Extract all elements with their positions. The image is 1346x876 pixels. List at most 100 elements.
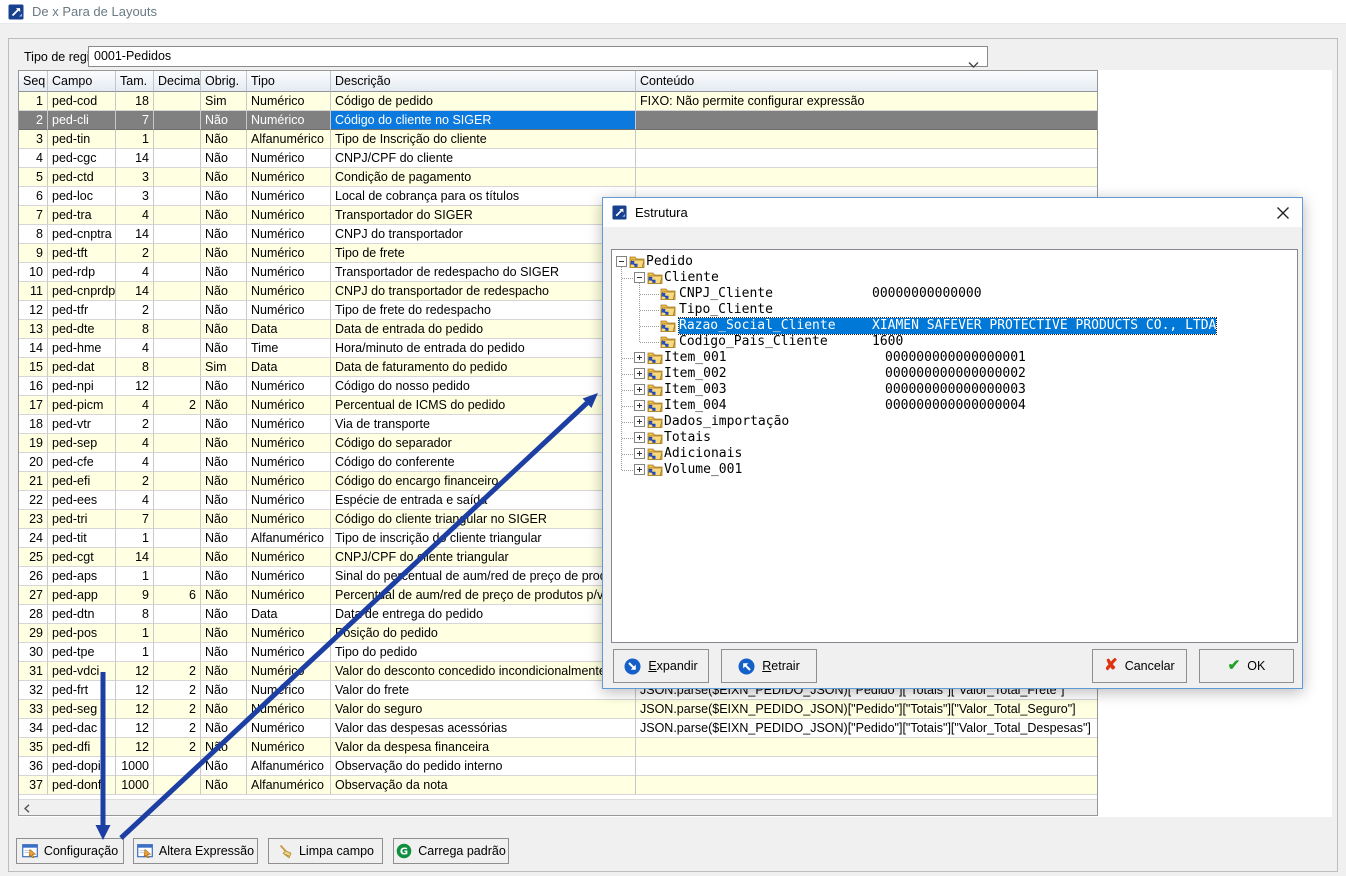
table-cell-obrig[interactable]: Não bbox=[201, 244, 247, 263]
expand-box-icon[interactable] bbox=[634, 352, 645, 363]
table-row[interactable]: 3ped-tin1NãoAlfanuméricoTipo de Inscriçã… bbox=[19, 130, 1097, 149]
table-cell-campo[interactable]: ped-vdci bbox=[48, 662, 116, 681]
table-cell-tam[interactable]: 8 bbox=[116, 358, 154, 377]
table-cell-desc[interactable]: Data de entrada do pedido bbox=[331, 320, 636, 339]
altera-expressao-button[interactable]: Altera Expressão bbox=[133, 838, 258, 864]
table-cell-tam[interactable]: 3 bbox=[116, 187, 154, 206]
table-cell-tam[interactable]: 12 bbox=[116, 738, 154, 757]
table-cell-dec[interactable] bbox=[154, 757, 201, 776]
table-cell-desc[interactable]: Tipo do pedido bbox=[331, 643, 636, 662]
table-cell-dec[interactable] bbox=[154, 282, 201, 301]
table-cell-desc[interactable]: Observação da nota bbox=[331, 776, 636, 795]
table-cell-seq[interactable]: 17 bbox=[19, 396, 48, 415]
table-cell-desc[interactable]: Código do nosso pedido bbox=[331, 377, 636, 396]
table-cell-tipo[interactable]: Numérico bbox=[247, 624, 331, 643]
table-cell-dec[interactable] bbox=[154, 491, 201, 510]
table-cell-seq[interactable]: 35 bbox=[19, 738, 48, 757]
table-cell-tipo[interactable]: Numérico bbox=[247, 510, 331, 529]
table-cell-obrig[interactable]: Não bbox=[201, 320, 247, 339]
table-cell-tam[interactable]: 4 bbox=[116, 453, 154, 472]
table-cell-tipo[interactable]: Numérico bbox=[247, 662, 331, 681]
table-cell-desc[interactable]: Tipo de frete bbox=[331, 244, 636, 263]
tree-item-label[interactable]: Volume_001 bbox=[664, 462, 742, 478]
table-cell-tipo[interactable]: Alfanumérico bbox=[247, 529, 331, 548]
table-cell-seq[interactable]: 27 bbox=[19, 586, 48, 605]
table-cell-tam[interactable]: 1 bbox=[116, 643, 154, 662]
table-cell-seq[interactable]: 31 bbox=[19, 662, 48, 681]
table-cell-campo[interactable]: ped-cfe bbox=[48, 453, 116, 472]
close-icon[interactable] bbox=[1276, 206, 1290, 220]
table-cell-tam[interactable]: 12 bbox=[116, 377, 154, 396]
table-cell-tam[interactable]: 3 bbox=[116, 168, 154, 187]
table-row[interactable]: 2ped-cli7NãoNuméricoCódigo do cliente no… bbox=[19, 111, 1097, 130]
table-cell-obrig[interactable]: Não bbox=[201, 643, 247, 662]
table-cell-dec[interactable] bbox=[154, 472, 201, 491]
table-cell-tam[interactable]: 2 bbox=[116, 415, 154, 434]
table-cell-obrig[interactable]: Não bbox=[201, 263, 247, 282]
table-cell-desc[interactable]: Local de cobrança para os títulos bbox=[331, 187, 636, 206]
table-cell-campo[interactable]: ped-dopi bbox=[48, 757, 116, 776]
table-cell-desc[interactable]: Código do encargo financeiro bbox=[331, 472, 636, 491]
table-cell-tam[interactable]: 8 bbox=[116, 320, 154, 339]
table-cell-desc[interactable]: Posição do pedido bbox=[331, 624, 636, 643]
column-header[interactable]: Obrig. bbox=[201, 71, 247, 92]
table-cell-cont[interactable] bbox=[636, 111, 1097, 130]
table-cell-desc[interactable]: Transportador de redespacho do SIGER bbox=[331, 263, 636, 282]
table-cell-tam[interactable]: 1000 bbox=[116, 757, 154, 776]
table-cell-desc[interactable]: Código do conferente bbox=[331, 453, 636, 472]
tree-item-label[interactable]: Item_002000000000000000002 bbox=[664, 366, 1026, 382]
table-cell-obrig[interactable]: Não bbox=[201, 415, 247, 434]
table-cell-obrig[interactable]: Não bbox=[201, 301, 247, 320]
limpa-campo-button[interactable]: Limpa campo bbox=[268, 838, 383, 864]
table-cell-tam[interactable]: 7 bbox=[116, 111, 154, 130]
table-cell-seq[interactable]: 1 bbox=[19, 92, 48, 111]
table-cell-seq[interactable]: 2 bbox=[19, 111, 48, 130]
table-cell-obrig[interactable]: Não bbox=[201, 149, 247, 168]
table-cell-seq[interactable]: 29 bbox=[19, 624, 48, 643]
table-cell-tipo[interactable]: Numérico bbox=[247, 700, 331, 719]
table-cell-desc[interactable]: Código de pedido bbox=[331, 92, 636, 111]
table-cell-dec[interactable] bbox=[154, 453, 201, 472]
table-cell-obrig[interactable]: Não bbox=[201, 510, 247, 529]
table-cell-desc[interactable]: Valor do seguro bbox=[331, 700, 636, 719]
tree-item-label[interactable]: Razao_Social_ClienteXIAMEN SAFEVER PROTE… bbox=[679, 318, 1216, 334]
table-cell-campo[interactable]: ped-cnptra bbox=[48, 225, 116, 244]
table-cell-desc[interactable]: Valor das despesas acessórias bbox=[331, 719, 636, 738]
table-cell-dec[interactable] bbox=[154, 111, 201, 130]
table-cell-seq[interactable]: 28 bbox=[19, 605, 48, 624]
column-header[interactable]: Tipo bbox=[247, 71, 331, 92]
table-cell-tipo[interactable]: Numérico bbox=[247, 567, 331, 586]
horizontal-scrollbar[interactable] bbox=[19, 799, 1097, 815]
table-cell-campo[interactable]: ped-app bbox=[48, 586, 116, 605]
table-cell-obrig[interactable]: Não bbox=[201, 206, 247, 225]
table-cell-seq[interactable]: 25 bbox=[19, 548, 48, 567]
table-cell-tam[interactable]: 1 bbox=[116, 130, 154, 149]
table-cell-campo[interactable]: ped-tft bbox=[48, 244, 116, 263]
record-type-combobox[interactable]: 0001-Pedidos bbox=[88, 46, 988, 67]
table-cell-campo[interactable]: ped-hme bbox=[48, 339, 116, 358]
table-cell-dec[interactable] bbox=[154, 415, 201, 434]
table-cell-tam[interactable]: 2 bbox=[116, 301, 154, 320]
table-cell-seq[interactable]: 13 bbox=[19, 320, 48, 339]
ok-button[interactable]: ✔ OK bbox=[1199, 649, 1294, 683]
table-cell-dec[interactable] bbox=[154, 377, 201, 396]
table-cell-obrig[interactable]: Não bbox=[201, 776, 247, 795]
table-cell-dec[interactable] bbox=[154, 624, 201, 643]
expand-box-icon[interactable] bbox=[634, 416, 645, 427]
table-cell-dec[interactable] bbox=[154, 244, 201, 263]
table-cell-tam[interactable]: 14 bbox=[116, 282, 154, 301]
configuracao-button[interactable]: Configuração bbox=[16, 838, 124, 864]
table-cell-tam[interactable]: 4 bbox=[116, 396, 154, 415]
table-cell-desc[interactable]: Transportador do SIGER bbox=[331, 206, 636, 225]
table-cell-campo[interactable]: ped-tri bbox=[48, 510, 116, 529]
table-cell-tipo[interactable]: Alfanumérico bbox=[247, 776, 331, 795]
table-cell-campo[interactable]: ped-dat bbox=[48, 358, 116, 377]
column-header[interactable]: Descrição bbox=[331, 71, 636, 92]
table-cell-obrig[interactable]: Não bbox=[201, 396, 247, 415]
table-cell-campo[interactable]: ped-tpe bbox=[48, 643, 116, 662]
table-cell-campo[interactable]: ped-vtr bbox=[48, 415, 116, 434]
table-cell-obrig[interactable]: Não bbox=[201, 662, 247, 681]
table-cell-tipo[interactable]: Numérico bbox=[247, 168, 331, 187]
table-cell-seq[interactable]: 7 bbox=[19, 206, 48, 225]
table-cell-desc[interactable]: Percentual de aum/red de preço de produt… bbox=[331, 586, 636, 605]
